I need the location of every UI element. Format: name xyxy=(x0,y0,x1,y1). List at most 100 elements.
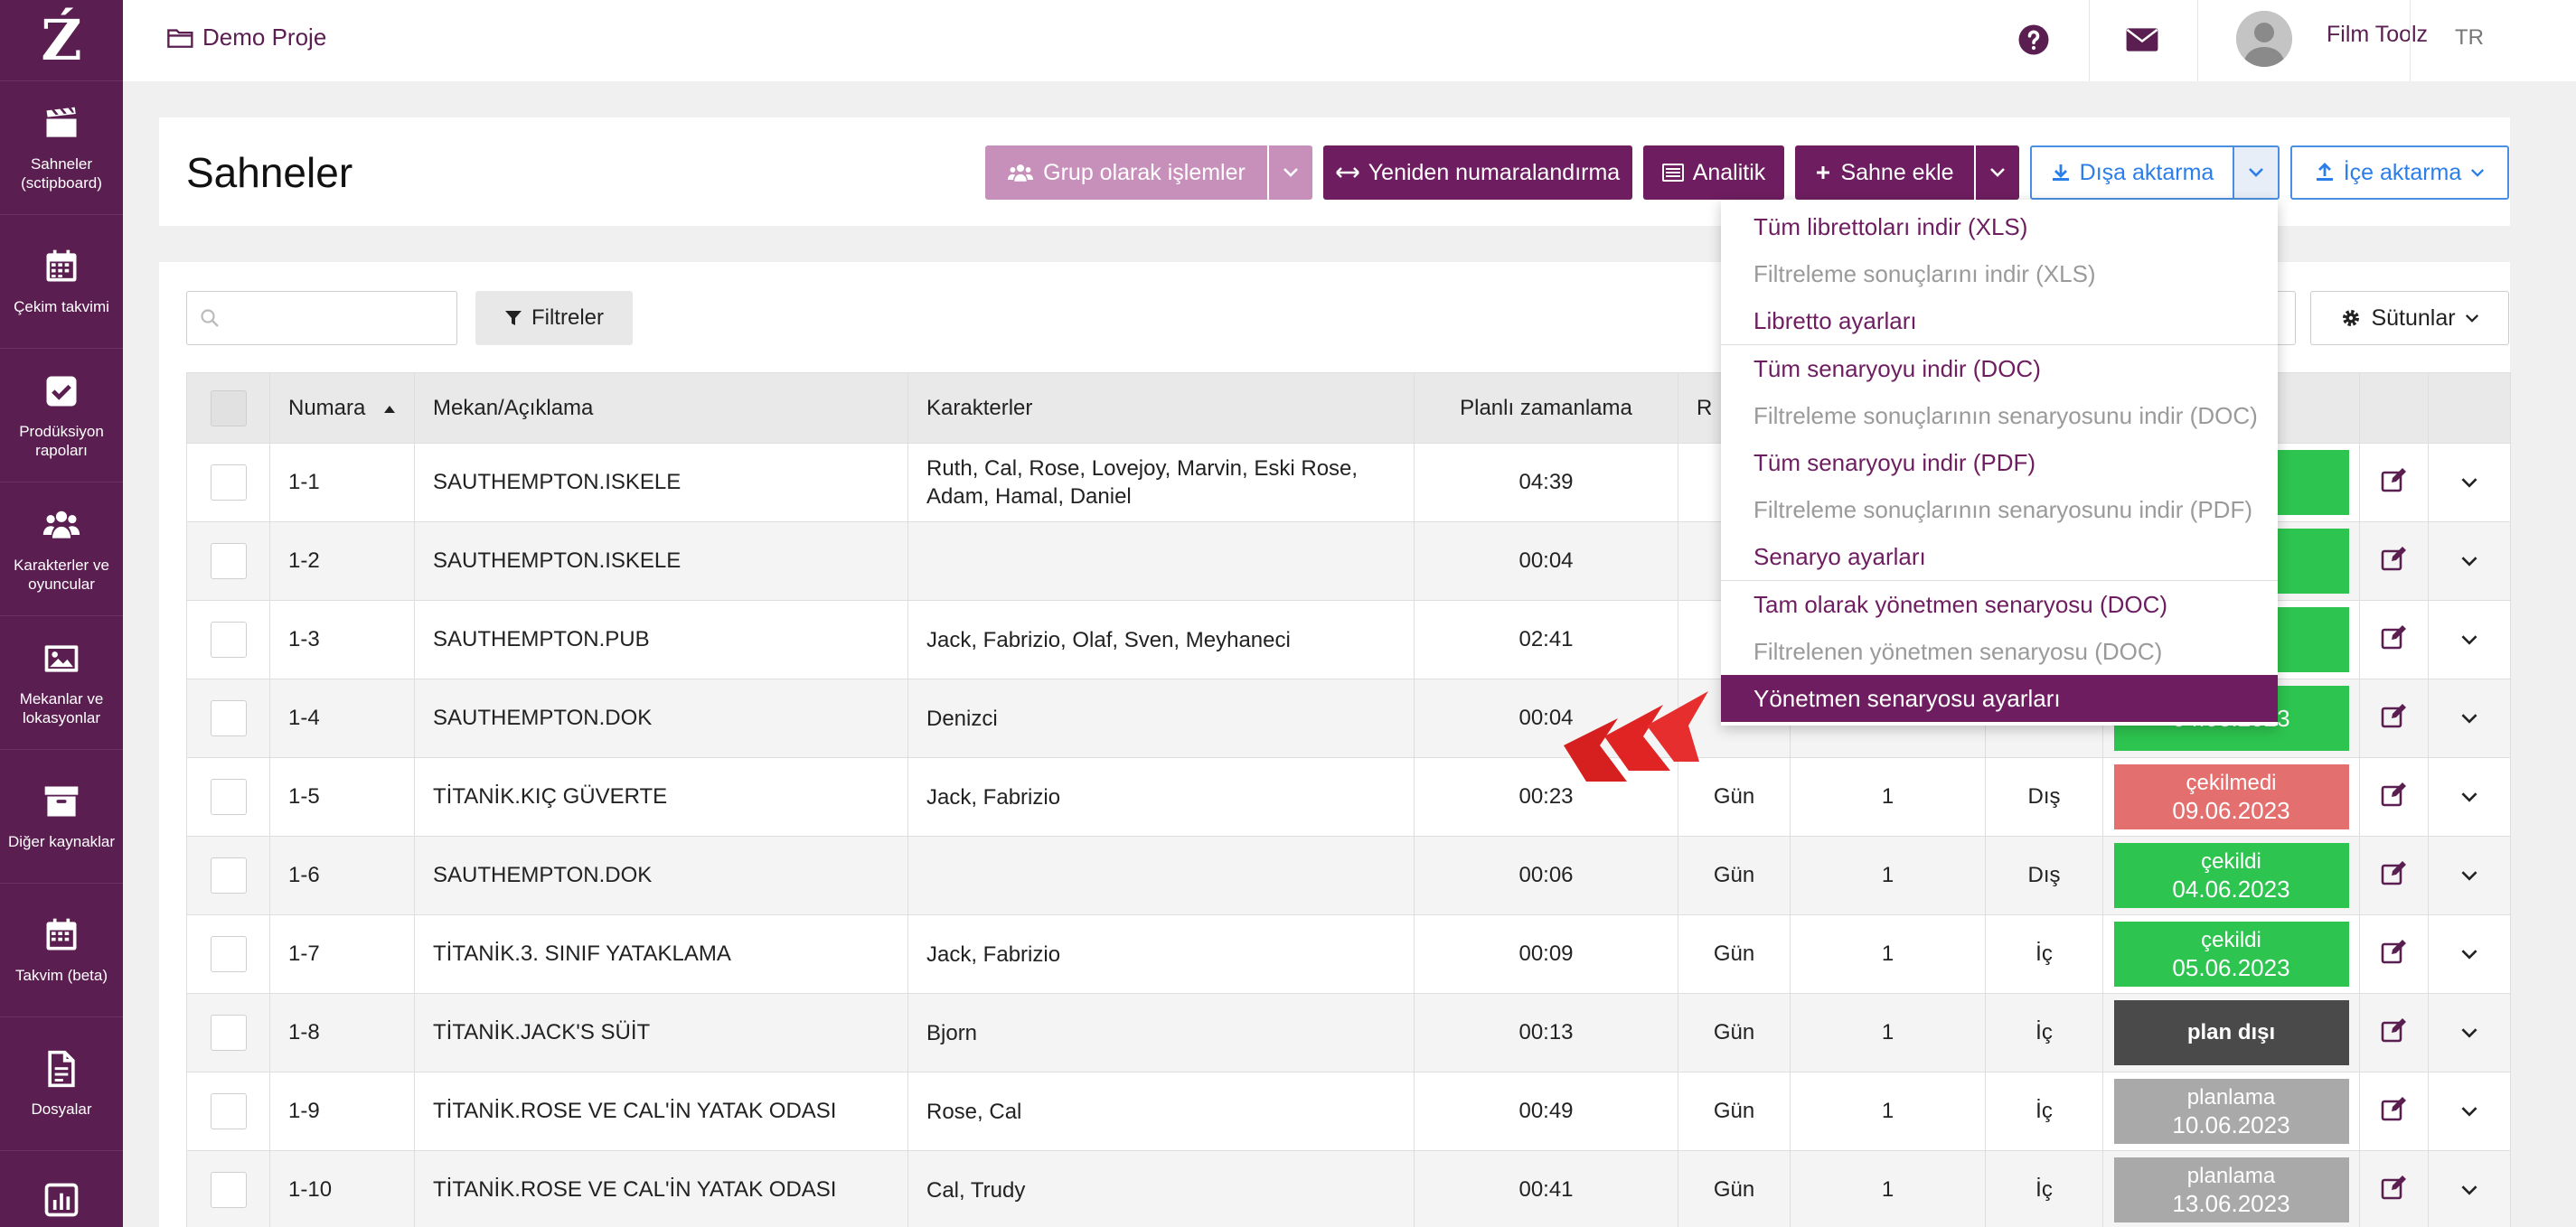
edit-cell xyxy=(2359,1150,2429,1227)
table-row[interactable]: 1-9 TİTANİK.ROSE VE CAL'İN YATAK ODASI Ros… xyxy=(186,1072,2511,1151)
edit-icon[interactable] xyxy=(2381,546,2408,571)
select-all-checkbox[interactable] xyxy=(210,389,247,426)
column-header-number[interactable]: Numara xyxy=(269,372,415,444)
row-checkbox[interactable] xyxy=(210,543,247,579)
row-select-cell xyxy=(186,757,270,837)
scene-day-night: Gün xyxy=(1678,1150,1791,1227)
export-menu-item[interactable]: Libretto ayarları xyxy=(1721,297,2278,344)
filters-button[interactable]: Filtreler xyxy=(475,291,633,345)
group-actions-dropdown-toggle[interactable] xyxy=(1269,145,1312,200)
sidebar-item-characters[interactable]: Karakterler ve oyuncular xyxy=(0,482,123,616)
project-link[interactable]: Demo Proje xyxy=(166,23,326,52)
edit-icon[interactable] xyxy=(2381,1175,2408,1200)
chevron-down-icon[interactable] xyxy=(2460,477,2478,489)
scene-number: 1-4 xyxy=(269,679,415,758)
export-menu-item[interactable]: Senaryo ayarları xyxy=(1721,533,2278,580)
columns-button[interactable]: Sütunlar xyxy=(2310,291,2509,345)
row-checkbox[interactable] xyxy=(210,857,247,894)
chevron-down-icon[interactable] xyxy=(2460,1106,2478,1118)
status-badge[interactable]: planlama 10.06.2023 xyxy=(2113,1079,2349,1144)
scene-number: 1-1 xyxy=(269,443,415,522)
avatar[interactable] xyxy=(2236,11,2292,67)
top-bar: Demo Proje Film Toolz TR xyxy=(123,0,2576,81)
scene-location: TİTANİK.ROSE VE CAL'İN YATAK ODASI xyxy=(414,1072,908,1151)
table-row[interactable]: 1-5 TİTANİK.KIÇ GÜVERTE Jack, Fabrizio 00:2… xyxy=(186,757,2511,837)
status-date: 05.06.2023 xyxy=(2172,954,2290,981)
chevron-down-icon[interactable] xyxy=(2460,870,2478,882)
add-scene-button[interactable]: Sahne ekle xyxy=(1795,145,1974,200)
table-row[interactable]: 1-7 TİTANİK.3. SINIF YATAKLAMA Jack, Fabri… xyxy=(186,914,2511,994)
sidebar-item-label: Mekanlar ve lokasyonlar xyxy=(19,689,104,726)
edit-icon[interactable] xyxy=(2381,860,2408,885)
row-checkbox[interactable] xyxy=(210,700,247,736)
row-checkbox[interactable] xyxy=(210,464,247,501)
edit-icon[interactable] xyxy=(2381,782,2408,807)
export-menu-item[interactable]: Tüm librettoları indir (XLS) xyxy=(1721,203,2278,250)
edit-icon[interactable] xyxy=(2381,939,2408,964)
help-button[interactable] xyxy=(2012,18,2055,61)
row-checkbox[interactable] xyxy=(210,1172,247,1208)
row-checkbox[interactable] xyxy=(210,1093,247,1129)
download-icon xyxy=(2052,164,2069,181)
edit-icon[interactable] xyxy=(2381,1096,2408,1121)
sidebar-item-production-reports[interactable]: Prodüksiyon rapoları xyxy=(0,349,123,482)
analytics-button[interactable]: Analitik xyxy=(1643,145,1784,200)
export-button[interactable]: Dışa aktarma xyxy=(2030,145,2234,200)
sidebar-item-analytics[interactable] xyxy=(0,1151,123,1227)
edit-icon[interactable] xyxy=(2381,624,2408,650)
export-menu-item[interactable]: Tüm senaryoyu indir (DOC) xyxy=(1721,345,2278,392)
edit-icon[interactable] xyxy=(2381,703,2408,728)
scene-status-cell: planlama 13.06.2023 xyxy=(2102,1150,2360,1227)
status-badge[interactable]: çekildi 04.06.2023 xyxy=(2113,843,2349,908)
export-dropdown-toggle[interactable] xyxy=(2233,145,2280,200)
add-scene-dropdown-toggle[interactable] xyxy=(1976,145,2019,200)
import-button[interactable]: İçe aktarma xyxy=(2290,145,2509,200)
scene-planned-time: 00:49 xyxy=(1414,1072,1678,1151)
scene-location: SAUTHEMPTON.DOK xyxy=(414,836,908,915)
sidebar-item-shooting-schedule[interactable]: Çekim takvimi xyxy=(0,215,123,349)
edit-icon[interactable] xyxy=(2381,467,2408,492)
status-badge[interactable]: çekilmedi 09.06.2023 xyxy=(2113,764,2349,829)
column-header-characters[interactable]: Karakterler xyxy=(907,372,1415,444)
row-checkbox[interactable] xyxy=(210,936,247,972)
export-menu-item[interactable]: Tüm senaryoyu indir (PDF) xyxy=(1721,439,2278,486)
export-menu-item[interactable]: Tam olarak yönetmen senaryosu (DOC) xyxy=(1721,581,2278,628)
scene-location: TİTANİK.3. SINIF YATAKLAMA xyxy=(414,914,908,994)
status-badge[interactable]: plan dışı xyxy=(2113,1000,2349,1065)
sidebar-item-other-resources[interactable]: Diğer kaynaklar xyxy=(0,750,123,884)
chevron-down-icon[interactable] xyxy=(2460,791,2478,803)
row-checkbox[interactable] xyxy=(210,622,247,658)
sidebar-item-files[interactable]: Dosyalar xyxy=(0,1017,123,1151)
row-checkbox[interactable] xyxy=(210,779,247,815)
column-header-planned-time[interactable]: Planlı zamanlama xyxy=(1414,372,1678,444)
sidebar-item-label: Karakterler ve oyuncular xyxy=(14,556,109,593)
chevron-down-icon xyxy=(1283,168,1298,177)
column-header-location[interactable]: Mekan/Açıklama xyxy=(414,372,908,444)
sidebar-item-locations[interactable]: Mekanlar ve lokasyonlar xyxy=(0,616,123,750)
scene-pages: 1 xyxy=(1790,993,1986,1072)
table-row[interactable]: 1-10 TİTANİK.ROSE VE CAL'İN YATAK ODASI Ca… xyxy=(186,1150,2511,1227)
sidebar-item-scenes[interactable]: Sahneler (sctipboard) xyxy=(0,81,123,215)
messages-button[interactable] xyxy=(2120,18,2164,61)
chevron-down-icon[interactable] xyxy=(2460,713,2478,725)
export-menu-item[interactable]: Yönetmen senaryosu ayarları xyxy=(1721,675,2278,722)
status-badge[interactable]: planlama 13.06.2023 xyxy=(2113,1157,2349,1222)
table-row[interactable]: 1-8 TİTANİK.JACK'S SÜİT Bjorn 00:13 Gün 1 İç pl… xyxy=(186,993,2511,1072)
chevron-down-icon[interactable] xyxy=(2460,556,2478,567)
chevron-down-icon[interactable] xyxy=(2460,1185,2478,1196)
edit-icon[interactable] xyxy=(2381,1017,2408,1043)
row-checkbox[interactable] xyxy=(210,1015,247,1051)
app-logo[interactable]: Ź xyxy=(0,0,123,81)
renumber-button[interactable]: Yeniden numaralandırma xyxy=(1323,145,1632,200)
search-input[interactable] xyxy=(186,291,457,345)
table-row[interactable]: 1-6 SAUTHEMPTON.DOK 00:06 Gün 1 Dış çekildi 04.… xyxy=(186,836,2511,915)
chevron-down-icon[interactable] xyxy=(2460,634,2478,646)
chevron-down-icon[interactable] xyxy=(2460,1027,2478,1039)
group-actions-button[interactable]: Grup olarak işlemler xyxy=(985,145,1267,200)
status-badge[interactable]: çekildi 05.06.2023 xyxy=(2113,922,2349,987)
bar-chart-icon xyxy=(44,1183,79,1217)
chevron-down-icon[interactable] xyxy=(2460,949,2478,960)
sidebar-item-calendar-beta[interactable]: Takvim (beta) xyxy=(0,884,123,1017)
user-name[interactable]: Film Toolz xyxy=(2327,22,2428,48)
language-switch[interactable]: TR xyxy=(2455,25,2484,51)
